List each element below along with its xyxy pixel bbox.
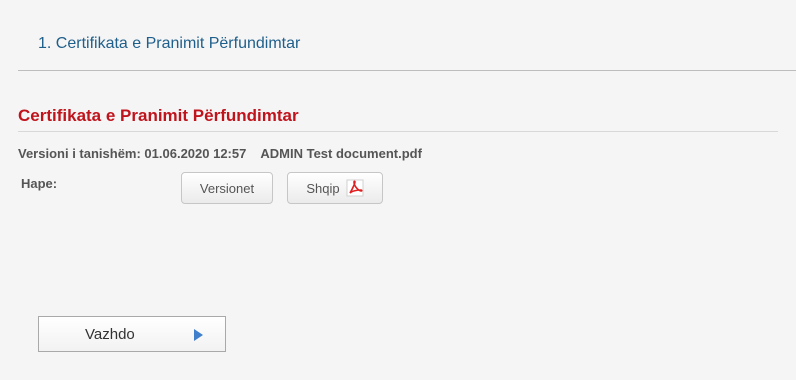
document-section: Certifikata e Pranimit Përfundimtar Vers… — [18, 100, 796, 217]
versions-button-label: Versionet — [199, 180, 255, 196]
versions-button[interactable]: Versionet — [181, 172, 273, 204]
section-title: Certifikata e Pranimit Përfundimtar — [18, 106, 778, 132]
continue-button-label: Vazhdo — [85, 326, 135, 343]
open-row: Hape: Versionet Shqip — [18, 167, 796, 217]
open-albanian-pdf-button[interactable]: Shqip — [287, 172, 383, 204]
language-button-label: Shqip — [306, 180, 340, 196]
arrow-right-icon — [194, 329, 203, 341]
current-version-label: Versioni i tanishëm: 01.06.2020 12:57 — [18, 146, 247, 161]
version-info: Versioni i tanishëm: 01.06.2020 12:57 ADM… — [18, 146, 796, 161]
step-title: 1. Certifikata e Pranimit Përfundimtar — [38, 35, 301, 52]
version-file-name: Test document.pdf — [306, 146, 422, 161]
version-author: ADMIN — [260, 146, 303, 161]
pdf-icon — [346, 179, 364, 197]
continue-button[interactable]: Vazhdo — [38, 316, 226, 352]
step-header: 1. Certifikata e Pranimit Përfundimtar — [18, 0, 796, 71]
open-label: Hape: — [21, 176, 58, 191]
